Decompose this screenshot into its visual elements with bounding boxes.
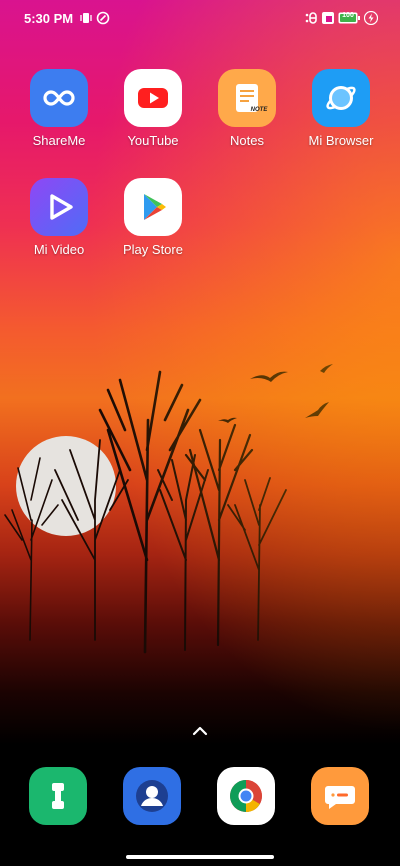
play-store-triangle-icon [124,178,182,236]
app-play-store[interactable]: Play Store [106,178,200,257]
dock-messages[interactable] [311,767,369,825]
home-indicator[interactable] [126,855,274,859]
youtube-play-icon [124,69,182,127]
chevron-up-icon[interactable] [188,720,212,740]
status-bar: 5:30 PM 100 [0,0,400,36]
tree-2 [54,439,129,641]
globe-icon [312,69,370,127]
chrome-icon [230,780,262,812]
app-mi-browser[interactable]: Mi Browser [294,69,388,148]
app-notes[interactable]: NOTE Notes [200,69,294,148]
app-label: Play Store [123,242,183,257]
data-saver-icon [96,10,110,26]
vibrate-icon [79,10,93,26]
dock-phone[interactable] [29,767,87,825]
play-outline-icon [30,178,88,236]
notes-icon: NOTE [218,69,276,127]
app-mi-video[interactable]: Mi Video [12,178,106,257]
shareme-infinity-icon [30,69,88,127]
app-label: Mi Video [33,242,85,257]
tree-3 [98,370,202,654]
app-label: YouTube [127,133,179,148]
app-label: ShareMe [32,133,86,148]
battery-level: 100 [342,12,354,19]
phone-handset-icon [52,783,64,809]
network-icon [304,10,318,26]
charging-icon [364,10,378,26]
app-youtube[interactable]: YouTube [106,69,200,148]
tree-5 [184,423,254,647]
notes-badge: NOTE [250,107,268,113]
tree-4 [157,454,209,651]
contact-person-icon [136,780,168,812]
tree-6 [227,477,287,641]
birds [218,364,333,423]
moon [16,436,116,536]
app-shareme[interactable]: ShareMe [12,69,106,148]
chat-bubble-icon [325,786,355,809]
app-label: Mi Browser [308,133,374,148]
notification-icon [322,10,334,26]
dock-contacts[interactable] [123,767,181,825]
app-label: Notes [230,133,264,148]
battery-icon: 100 [338,10,360,26]
dock-chrome[interactable] [217,767,275,825]
tree-1 [4,457,59,641]
status-time: 5:30 PM [24,11,74,26]
